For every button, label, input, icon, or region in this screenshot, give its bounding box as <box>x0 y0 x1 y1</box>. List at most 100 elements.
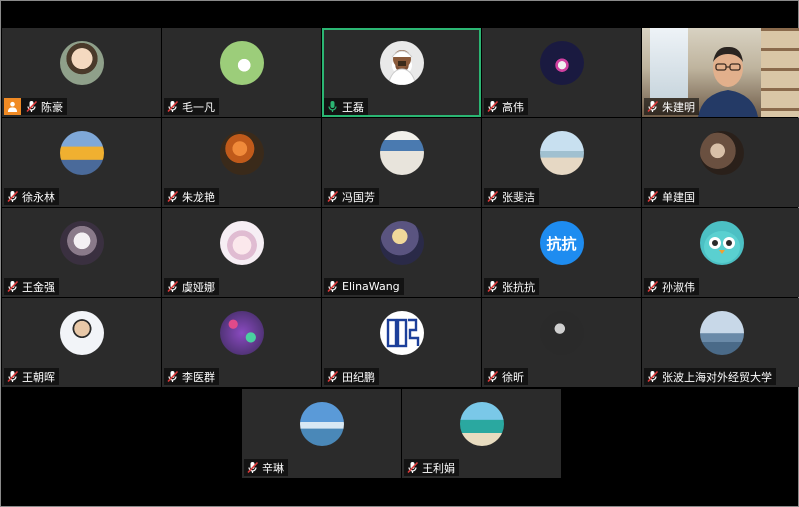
participant-tile[interactable]: 单建国 <box>642 118 799 207</box>
microphone-muted-icon[interactable] <box>6 280 19 293</box>
participant-name: 辛琳 <box>262 461 284 475</box>
gallery-grid-last-row: 辛琳 王利娟 <box>242 389 561 478</box>
microphone-muted-icon[interactable] <box>326 280 339 293</box>
microphone-muted-icon[interactable] <box>486 100 499 113</box>
microphone-muted-icon[interactable] <box>166 100 179 113</box>
nameplate: 高伟 <box>484 98 528 115</box>
microphone-muted-icon[interactable] <box>646 370 659 383</box>
microphone-muted-icon[interactable] <box>406 461 419 474</box>
participant-tile[interactable]: 张波上海对外经贸大学 <box>642 298 799 387</box>
participant-name: 王利娟 <box>422 461 455 475</box>
microphone-muted-icon[interactable] <box>326 190 339 203</box>
participant-tile[interactable]: 朱建明 <box>642 28 799 117</box>
nameplate: 张波上海对外经贸大学 <box>644 368 776 385</box>
microphone-muted-icon[interactable] <box>166 280 179 293</box>
participant-name: 张波上海对外经贸大学 <box>662 370 772 384</box>
participant-tile[interactable]: 徐昕 <box>482 298 641 387</box>
tropical-photo-avatar <box>459 402 504 446</box>
participant-name: 王金强 <box>22 280 55 294</box>
participant-tile[interactable]: 抗抗 张抗抗 <box>482 208 641 297</box>
participant-tile[interactable]: 虞娅娜 <box>162 208 321 297</box>
microphone-muted-icon[interactable] <box>646 280 659 293</box>
participant-tile[interactable]: 辛琳 <box>242 389 401 478</box>
child-photo-avatar <box>59 41 104 85</box>
microphone-muted-icon[interactable] <box>486 370 499 383</box>
participant-name: 毛一凡 <box>182 100 215 114</box>
nameplate: 徐昕 <box>484 368 528 385</box>
participant-tile[interactable]: 田纪鹏 <box>322 298 481 387</box>
nameplate: 冯国芳 <box>324 188 379 205</box>
nameplate: 王磊 <box>324 98 368 115</box>
microphone-muted-icon[interactable] <box>166 190 179 203</box>
participant-name: 陈豪 <box>41 100 63 114</box>
participant-name: 单建国 <box>662 190 695 204</box>
participant-tile[interactable]: 王利娟 <box>402 389 561 478</box>
microphone-muted-icon[interactable] <box>326 370 339 383</box>
participant-tile[interactable]: 高伟 <box>482 28 641 117</box>
nameplate: 单建国 <box>644 188 699 205</box>
nameplate: 朱建明 <box>644 98 699 115</box>
nameplate: 王朝晖 <box>4 368 59 385</box>
video-bookshelf-background <box>761 28 799 117</box>
bookshelf-photo-avatar <box>379 131 424 175</box>
participant-tile[interactable]: 李医群 <box>162 298 321 387</box>
gallery-grid: 陈豪 毛一凡 王磊 高伟 朱建明徐永林 朱龙艳 冯国芳 张斐洁 单建国王金强 虞娅娜 ElinaWa… <box>2 28 799 387</box>
nameplate: 朱龙艳 <box>164 188 219 205</box>
participant-name: 徐永林 <box>22 190 55 204</box>
nameplate: 陈豪 <box>4 98 67 115</box>
bird-sky-avatar <box>299 402 344 446</box>
video-window-background <box>650 28 688 98</box>
participant-video-feed <box>694 38 762 117</box>
cartoon-green-avatar <box>219 41 264 85</box>
participant-name: 王磊 <box>342 100 364 114</box>
microphone-muted-icon[interactable] <box>6 190 19 203</box>
participant-name: 虞娅娜 <box>182 280 215 294</box>
beach-photo-avatar <box>539 131 584 175</box>
nameplate: 王利娟 <box>404 459 459 476</box>
bw-photo-avatar <box>539 311 584 355</box>
participant-name: ElinaWang <box>342 280 400 293</box>
participant-name: 朱龙艳 <box>182 190 215 204</box>
microphone-muted-icon[interactable] <box>166 370 179 383</box>
microphone-muted-icon[interactable] <box>6 370 19 383</box>
participant-tile[interactable]: 毛一凡 <box>162 28 321 117</box>
microphone-muted-icon[interactable] <box>486 280 499 293</box>
participant-tile[interactable]: 王朝晖 <box>2 298 161 387</box>
microphone-muted-icon[interactable] <box>486 190 499 203</box>
microphone-muted-icon[interactable] <box>646 190 659 203</box>
nameplate: 辛琳 <box>244 459 288 476</box>
participant-tile[interactable]: 朱龙艳 <box>162 118 321 207</box>
nameplate: 徐永林 <box>4 188 59 205</box>
participant-name: 徐昕 <box>502 370 524 384</box>
nameplate: ElinaWang <box>324 278 404 295</box>
host-person-icon <box>4 98 21 115</box>
participant-tile[interactable]: 孙淑伟 <box>642 208 799 297</box>
nameplate: 李医群 <box>164 368 219 385</box>
participant-tile[interactable]: 张斐洁 <box>482 118 641 207</box>
participant-name: 王朝晖 <box>22 370 55 384</box>
microphone-muted-icon[interactable] <box>246 461 259 474</box>
cartoon-man-avatar <box>379 41 424 85</box>
participant-tile[interactable]: ElinaWang <box>322 208 481 297</box>
nameplate: 虞娅娜 <box>164 278 219 295</box>
microphone-muted-icon[interactable] <box>646 100 659 113</box>
abstract-photo-avatar <box>699 131 744 175</box>
seal-avatar <box>379 311 424 355</box>
man-photo-avatar <box>59 311 104 355</box>
participant-tile[interactable]: 王金强 <box>2 208 161 297</box>
participant-name: 张斐洁 <box>502 190 535 204</box>
participant-tile[interactable]: 陈豪 <box>2 28 161 117</box>
participant-tile[interactable]: 王磊 <box>322 28 481 117</box>
participant-tile[interactable]: 冯国芳 <box>322 118 481 207</box>
participant-name: 李医群 <box>182 370 215 384</box>
sea-photo-avatar <box>699 311 744 355</box>
microphone-active-icon[interactable] <box>326 100 339 113</box>
participant-tile[interactable]: 徐永林 <box>2 118 161 207</box>
nameplate: 张抗抗 <box>484 278 539 295</box>
microphone-muted-icon[interactable] <box>25 100 38 113</box>
owl-avatar <box>699 221 744 265</box>
nameplate: 王金强 <box>4 278 59 295</box>
participant-name: 孙淑伟 <box>662 280 695 294</box>
moon-photo-avatar <box>379 221 424 265</box>
nameplate: 毛一凡 <box>164 98 219 115</box>
